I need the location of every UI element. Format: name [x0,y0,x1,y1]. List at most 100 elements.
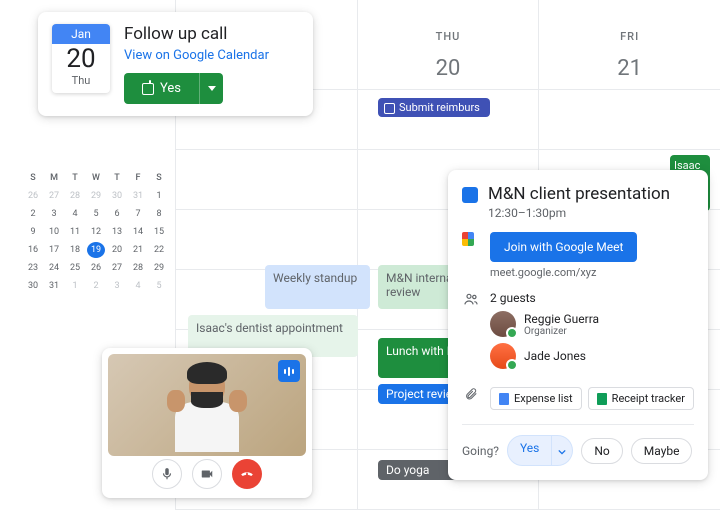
mini-month-calendar: SMTWTFS262728293031123456789101112131415… [24,170,168,294]
google-meet-icon [462,232,480,250]
video-call-card [102,348,312,498]
mini-day[interactable]: 6 [108,206,126,222]
dow-label: THU [358,30,539,43]
mute-button[interactable] [152,459,182,489]
rsvp-yes-button[interactable]: Yes [124,73,199,104]
date-badge: Jan 20 Thu [52,24,110,93]
people-icon [462,291,480,307]
calendar-icon [142,83,154,95]
guest-item[interactable]: Reggie GuerraOrganizer [490,311,599,337]
day-number: 20 [428,49,468,89]
going-no-button[interactable]: No [581,438,622,464]
mini-day[interactable]: 28 [66,188,84,204]
mini-day[interactable]: 8 [150,206,168,222]
mini-day[interactable]: 3 [108,278,126,294]
dow-label: FRI [539,30,720,43]
mini-day[interactable]: 11 [66,224,84,240]
invite-title: Follow up call [124,24,299,44]
mini-day[interactable]: 27 [45,188,63,204]
video-controls [108,456,306,492]
going-yes-button[interactable]: Yes [507,435,552,466]
mini-day[interactable]: 4 [129,278,147,294]
mini-day[interactable]: 14 [129,224,147,240]
docs-icon [499,393,509,405]
mini-day[interactable]: 24 [45,260,63,276]
date-month: Jan [52,24,110,44]
view-on-calendar-link[interactable]: View on Google Calendar [124,48,299,63]
mini-day[interactable]: 18 [66,242,84,258]
accepted-badge-icon [506,359,518,371]
mini-day[interactable]: 4 [66,206,84,222]
chevron-down-icon [558,448,566,456]
mini-day[interactable]: 26 [24,188,42,204]
mini-dow-label: S [24,170,42,186]
meet-url[interactable]: meet.google.com/xyz [490,266,637,279]
mini-day[interactable]: 5 [87,206,105,222]
mini-day[interactable]: 31 [45,278,63,294]
camera-button[interactable] [192,459,222,489]
mini-day[interactable]: 29 [87,188,105,204]
attachment-chip-doc[interactable]: Expense list [490,387,582,410]
attachment-chip-sheet[interactable]: Receipt tracker [588,387,694,410]
rsvp-dropdown-button[interactable] [199,73,223,104]
mini-dow-label: F [129,170,147,186]
mini-day[interactable]: 13 [108,224,126,240]
guest-count: 2 guests [490,291,599,305]
event-submit-reimbursement[interactable]: Submit reimburs [378,98,490,117]
mini-day[interactable]: 31 [129,188,147,204]
mini-day[interactable]: 28 [129,260,147,276]
phone-hangup-icon [240,467,254,481]
mini-day[interactable]: 1 [150,188,168,204]
mini-day[interactable]: 30 [108,188,126,204]
chevron-down-icon [208,86,216,91]
sound-active-icon [278,360,300,382]
mini-day[interactable]: 25 [66,260,84,276]
mini-day[interactable]: 20 [108,242,126,258]
date-dow: Thu [52,74,110,87]
mini-day[interactable]: 26 [87,260,105,276]
mini-day[interactable]: 2 [87,278,105,294]
date-day: 20 [52,44,110,74]
avatar [490,343,516,369]
event-weekly-standup[interactable]: Weekly standup [265,265,370,309]
accepted-badge-icon [506,327,518,339]
day-number: 21 [610,49,650,89]
guest-item[interactable]: Jade Jones [490,343,599,369]
guest-name: Jade Jones [524,349,586,363]
mini-day[interactable]: 7 [129,206,147,222]
mini-day[interactable]: 27 [108,260,126,276]
mini-day[interactable]: 21 [129,242,147,258]
mini-day[interactable]: 1 [66,278,84,294]
mini-day[interactable]: 16 [24,242,42,258]
guest-role: Organizer [524,326,599,337]
going-label: Going? [462,444,499,458]
mini-day[interactable]: 12 [87,224,105,240]
mini-day[interactable]: 15 [150,224,168,240]
mini-day[interactable]: 23 [24,260,42,276]
mini-day[interactable]: 29 [150,260,168,276]
join-meet-button[interactable]: Join with Google Meet [490,232,637,262]
mini-day[interactable]: 22 [150,242,168,258]
going-maybe-button[interactable]: Maybe [631,438,693,464]
microphone-icon [160,467,174,481]
attachment-icon [462,387,480,401]
event-time: 12:30–1:30pm [488,206,670,220]
mini-day[interactable]: 3 [45,206,63,222]
checkbox-icon [384,103,395,114]
going-yes-dropdown[interactable] [552,435,573,466]
mini-day[interactable]: 9 [24,224,42,240]
day-col-thu[interactable]: THU 20 [357,0,539,89]
mini-day[interactable]: 5 [150,278,168,294]
video-feed[interactable] [108,354,306,456]
mini-dow-label: W [87,170,105,186]
avatar [490,311,516,337]
sheets-icon [597,393,607,405]
mini-day[interactable]: 2 [24,206,42,222]
mini-day[interactable]: 10 [45,224,63,240]
mini-day[interactable]: 19 [87,242,105,258]
day-col-fri[interactable]: FRI 21 [538,0,720,89]
mini-dow-label: M [45,170,63,186]
mini-day[interactable]: 30 [24,278,42,294]
mini-day[interactable]: 17 [45,242,63,258]
end-call-button[interactable] [232,459,262,489]
